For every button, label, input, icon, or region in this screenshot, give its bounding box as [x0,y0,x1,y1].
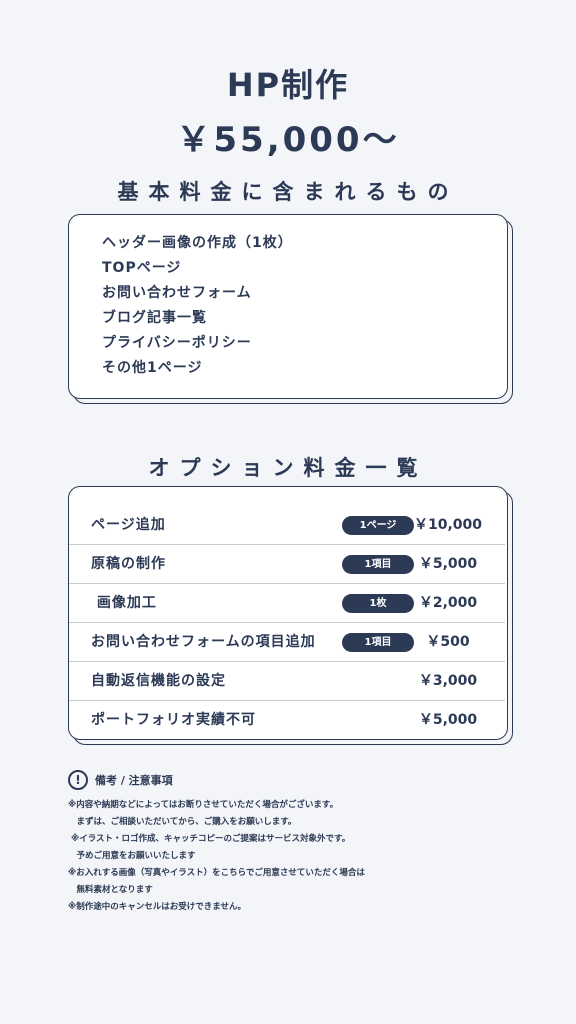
note-line: ※イラスト・ロゴ作成、キャッチコピーのご提案はサービス対象外です。 [68,834,351,844]
basic-items-list: ヘッダー画像の作成（1枚） TOPページ お問い合わせフォーム ブログ記事一覧 … [102,231,293,381]
note-line: 無料素材となります [68,885,153,895]
options-card: ページ追加 1ページ ￥10,000 原稿の制作 1項目 ￥5,000 画像加工… [68,486,508,740]
note-line: ※内容や納期などによってはお断りさせていただく場合がございます。 [68,800,339,810]
option-row-manuscript: 原稿の制作 1項目 ￥5,000 [69,545,505,584]
option-name: お問い合わせフォームの項目追加 [91,634,316,650]
option-name: 画像加工 [91,595,157,611]
exclamation-circle-icon: ! [68,770,88,790]
notes-title: 備考 / 注意事項 [95,774,173,787]
option-price: ￥500 [426,634,470,650]
option-unit-badge: 1ページ [342,516,414,535]
option-price: ￥3,000 [418,673,478,689]
option-row-form-field: お問い合わせフォームの項目追加 1項目 ￥500 [69,623,505,662]
option-name: 原稿の制作 [91,556,166,572]
option-row-portfolio: ポートフォリオ実績不可 ￥5,000 [69,701,505,739]
basic-card: ヘッダー画像の作成（1枚） TOPページ お問い合わせフォーム ブログ記事一覧 … [68,214,508,399]
note-line: ※制作途中のキャンセルはお受けできません。 [68,902,247,912]
basic-item: お問い合わせフォーム [102,285,252,301]
option-name: ポートフォリオ実績不可 [91,712,256,728]
base-price: ￥55,000〜 [176,120,400,160]
option-name: ページ追加 [91,517,166,533]
basic-item: TOPページ [102,260,182,276]
option-price: ￥5,000 [418,712,478,728]
option-price: ￥10,000 [413,517,483,533]
option-name: 自動返信機能の設定 [91,673,226,689]
option-unit-badge: 1項目 [342,555,414,574]
option-unit-badge: 1枚 [342,594,414,613]
basic-heading: 基本料金に含まれるもの [117,180,459,204]
basic-item: ブログ記事一覧 [102,310,207,326]
note-line: まずは、ご相談いただいてから、ご購入をお願いします。 [68,817,297,827]
note-line: ※お入れする画像（写真やイラスト）をこちらでご用意させていただく場合は [68,868,365,878]
option-row-auto-reply: 自動返信機能の設定 ￥3,000 [69,662,505,701]
basic-item: その他1ページ [102,360,203,376]
option-price: ￥2,000 [418,595,478,611]
page-title: HP制作 [226,66,350,104]
note-line: 予めご用意をお願いいたします [68,851,196,861]
option-unit-badge: 1項目 [342,633,414,652]
option-row-image-edit: 画像加工 1枚 ￥2,000 [69,584,505,623]
option-price: ￥5,000 [418,556,478,572]
basic-item: ヘッダー画像の作成（1枚） [102,235,293,251]
option-row-page-add: ページ追加 1ページ ￥10,000 [69,506,505,545]
options-heading: オプション料金一覧 [148,456,428,480]
basic-item: プライバシーポリシー [102,335,252,351]
notes-list: ※内容や納期などによってはお断りさせていただく場合がございます。 まずは、ご相談… [68,797,365,916]
